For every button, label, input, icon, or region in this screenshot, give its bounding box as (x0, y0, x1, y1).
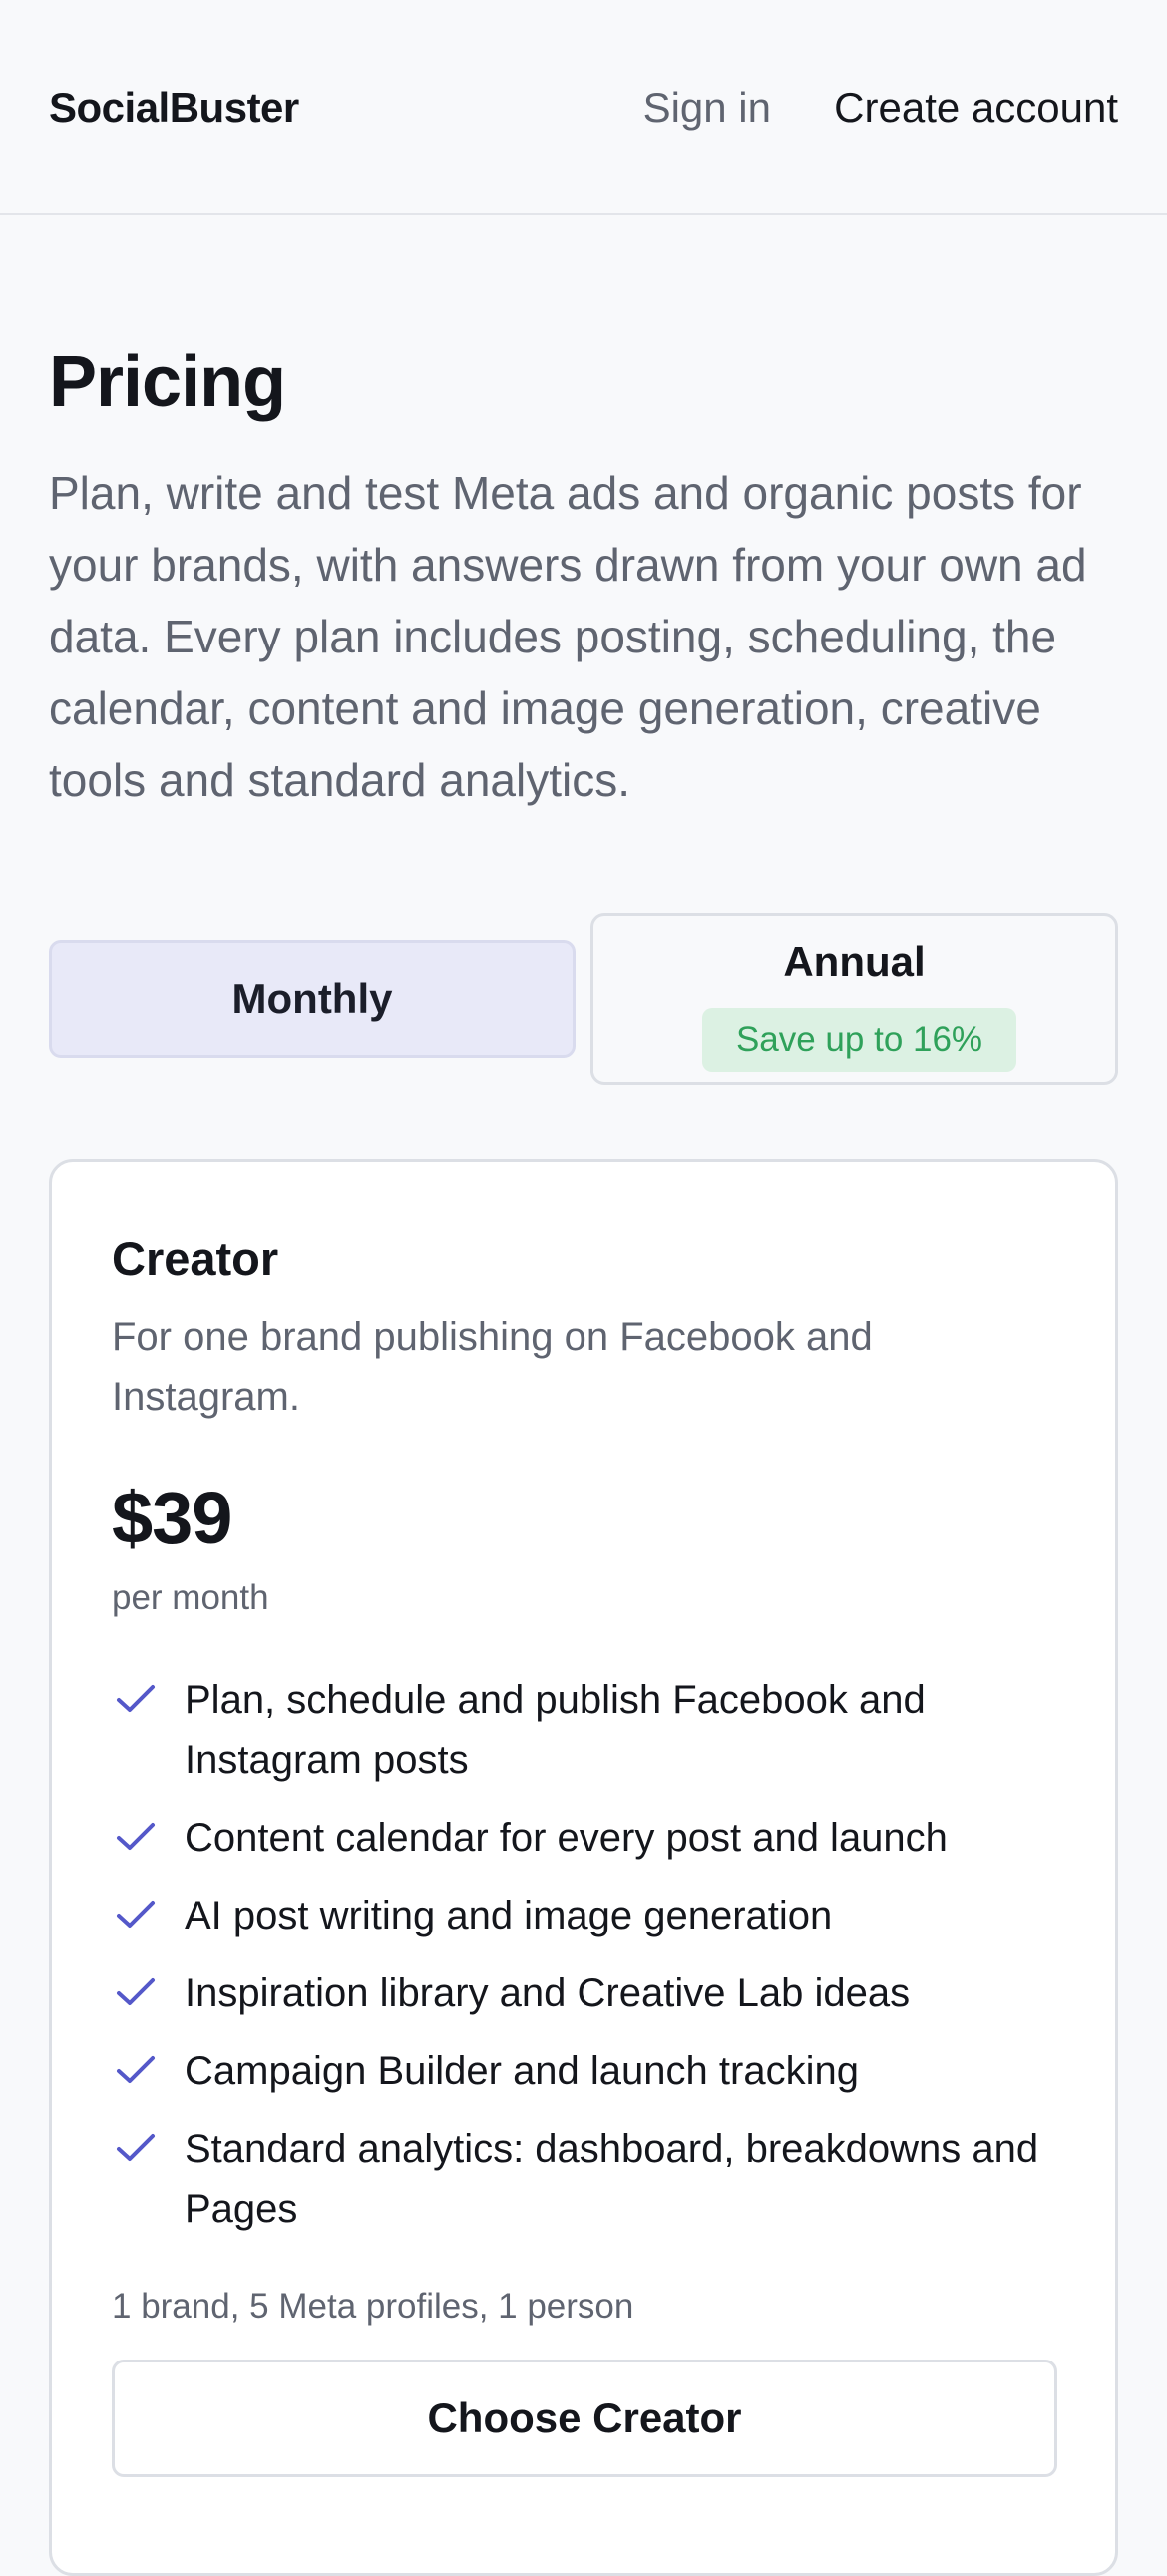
check-icon (117, 1901, 155, 1928)
check-icon (117, 1685, 155, 1712)
annual-label: Annual (783, 938, 926, 985)
plan-price: $39 (112, 1477, 232, 1559)
plan-limits: 1 brand, 5 Meta profiles, 1 person (112, 2287, 634, 2326)
feature-list: Plan, schedule and publish Facebook and … (112, 1670, 1069, 2257)
feature-text: Inspiration library and Creative Lab ide… (185, 1971, 911, 2015)
feature-text: Campaign Builder and launch tracking (185, 2049, 859, 2093)
feature-item: Content calendar for every post and laun… (112, 1808, 1069, 1868)
top-nav: SocialBuster Sign in Create account (0, 0, 1167, 215)
sign-in-link[interactable]: Sign in (643, 84, 771, 132)
create-account-link[interactable]: Create account (834, 84, 1118, 132)
feature-text: Standard analytics: dashboard, breakdown… (185, 2127, 1039, 2231)
page-title: Pricing (49, 342, 286, 422)
check-icon (117, 1978, 155, 2005)
choose-creator-button[interactable]: Choose Creator (112, 2360, 1057, 2477)
page-intro: Plan, write and test Meta ads and organi… (49, 467, 1087, 806)
feature-item: Campaign Builder and launch tracking (112, 2041, 1069, 2101)
billing-monthly-button[interactable]: Monthly (49, 940, 576, 1058)
feature-item: Inspiration library and Creative Lab ide… (112, 1963, 1069, 2023)
check-icon (117, 2134, 155, 2161)
feature-text: AI post writing and image generation (185, 1894, 833, 1937)
feature-item: Standard analytics: dashboard, breakdown… (112, 2119, 1069, 2239)
plan-period: per month (112, 1578, 269, 1617)
check-icon (117, 2056, 155, 2083)
annual-savings-badge: Save up to 16% (702, 1008, 1016, 1072)
plan-description: For one brand publishing on Facebook and… (112, 1315, 873, 1419)
feature-text: Content calendar for every post and laun… (185, 1816, 948, 1860)
plan-name: Creator (112, 1232, 279, 1285)
feature-item: AI post writing and image generation (112, 1886, 1069, 1945)
billing-annual-button[interactable]: Annual Save up to 16% (590, 913, 1118, 1085)
feature-item: Plan, schedule and publish Facebook and … (112, 1670, 1069, 1790)
brand-logo[interactable]: SocialBuster (49, 84, 299, 132)
plan-card-creator: Creator For one brand publishing on Face… (49, 1159, 1118, 2576)
feature-text: Plan, schedule and publish Facebook and … (185, 1678, 926, 1782)
check-icon (117, 1823, 155, 1850)
